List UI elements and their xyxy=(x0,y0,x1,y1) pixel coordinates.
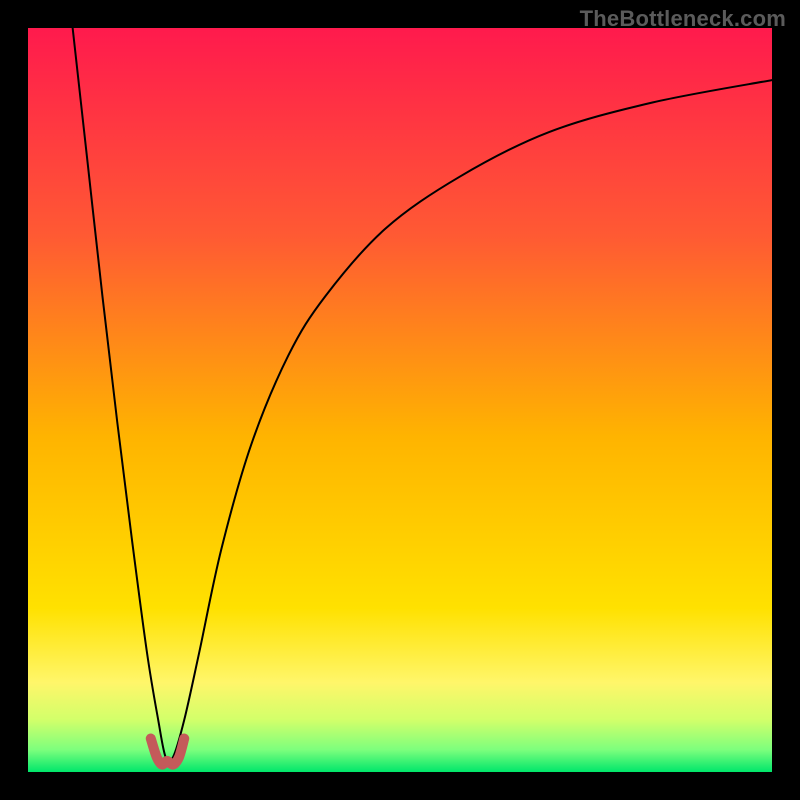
bottleneck-curve xyxy=(73,28,772,762)
chart-frame: TheBottleneck.com xyxy=(0,0,800,800)
plot-area xyxy=(28,28,772,772)
curve-layer xyxy=(28,28,772,772)
watermark-text: TheBottleneck.com xyxy=(580,6,786,32)
marker-blob xyxy=(151,739,184,765)
